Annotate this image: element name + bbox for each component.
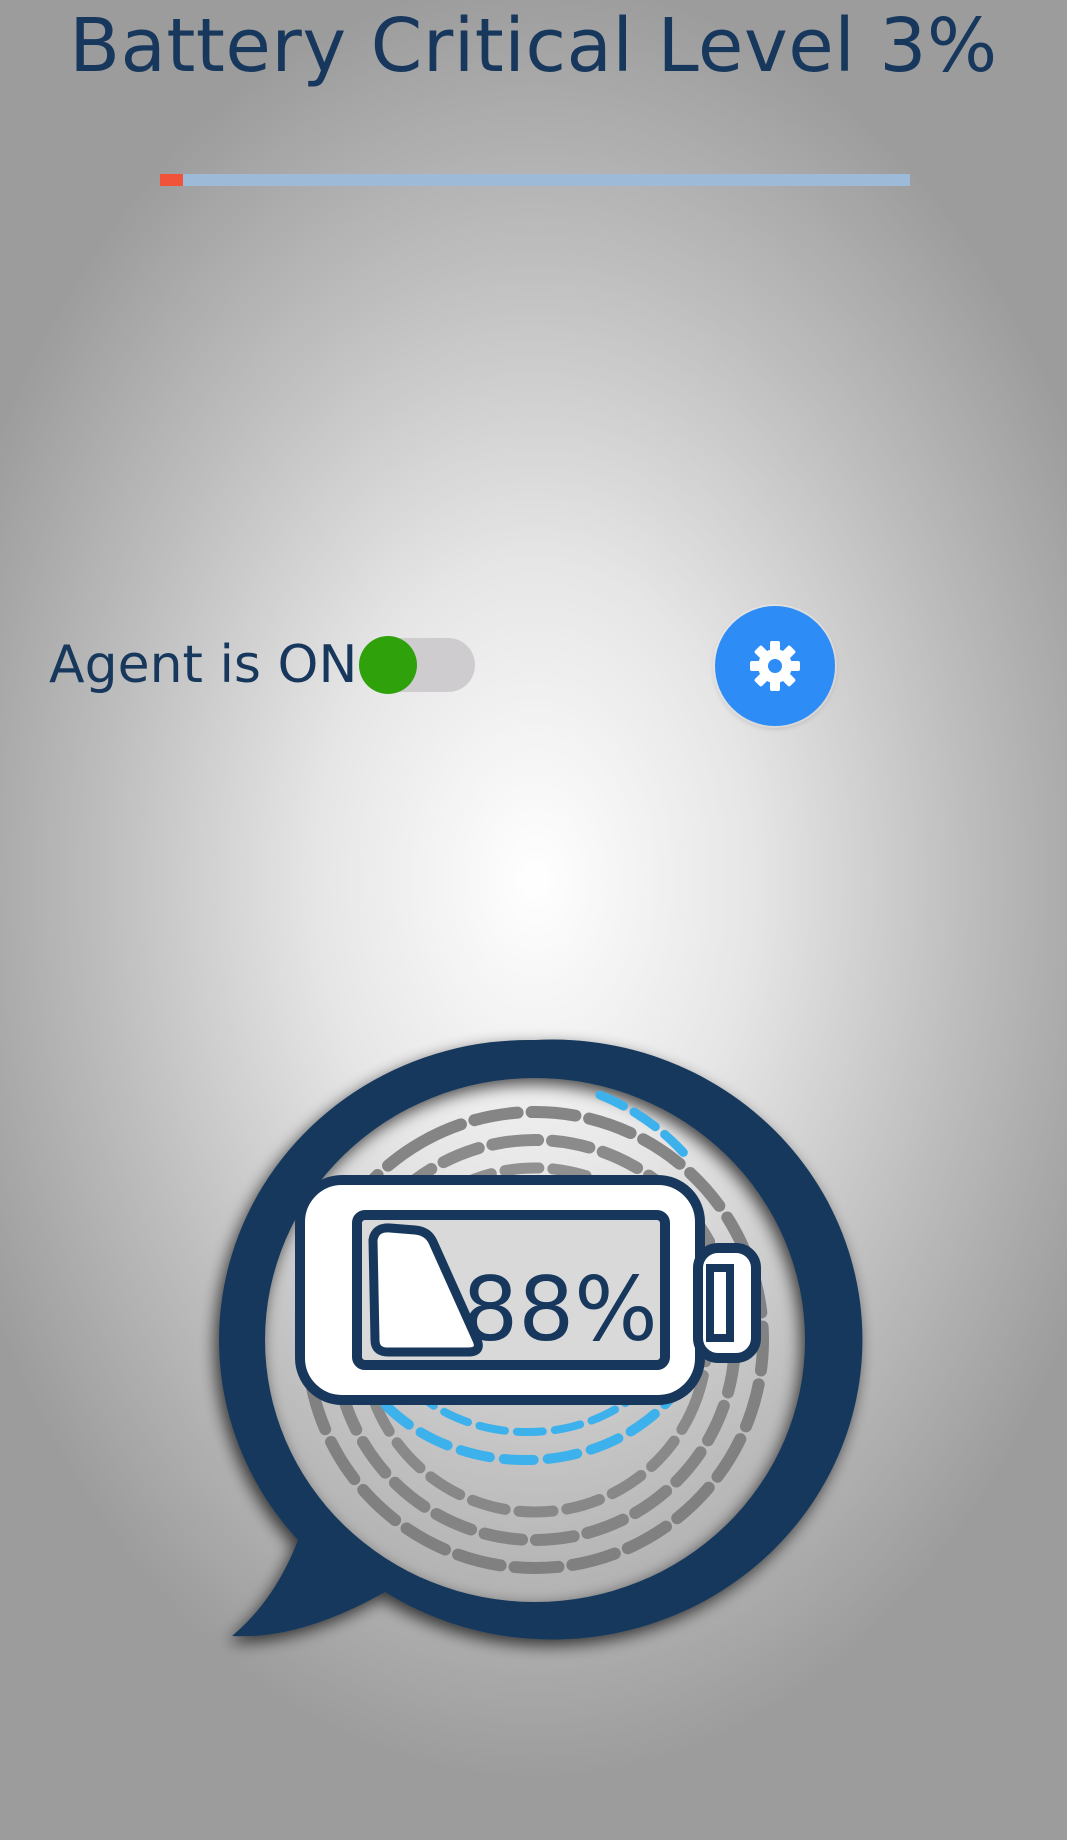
page-title: Battery Critical Level 3% [69, 3, 998, 89]
battery-agent-screen: Battery Critical Level 3% Agent is ON 88… [0, 0, 1067, 1840]
critical-level-slider[interactable] [160, 174, 910, 186]
critical-level-fill [160, 174, 183, 186]
agent-status-label: Agent is ON [49, 635, 358, 695]
battery-percent-label: 88% [462, 1258, 658, 1361]
agent-status-row: Agent is ON [49, 630, 477, 700]
settings-button[interactable] [715, 606, 835, 726]
gear-icon [750, 641, 800, 691]
battery-icon: 88% [295, 1175, 761, 1405]
agent-toggle-knob [359, 636, 418, 694]
battery-chat-logo: 88% [219, 1039, 863, 1640]
agent-toggle[interactable] [359, 636, 477, 694]
